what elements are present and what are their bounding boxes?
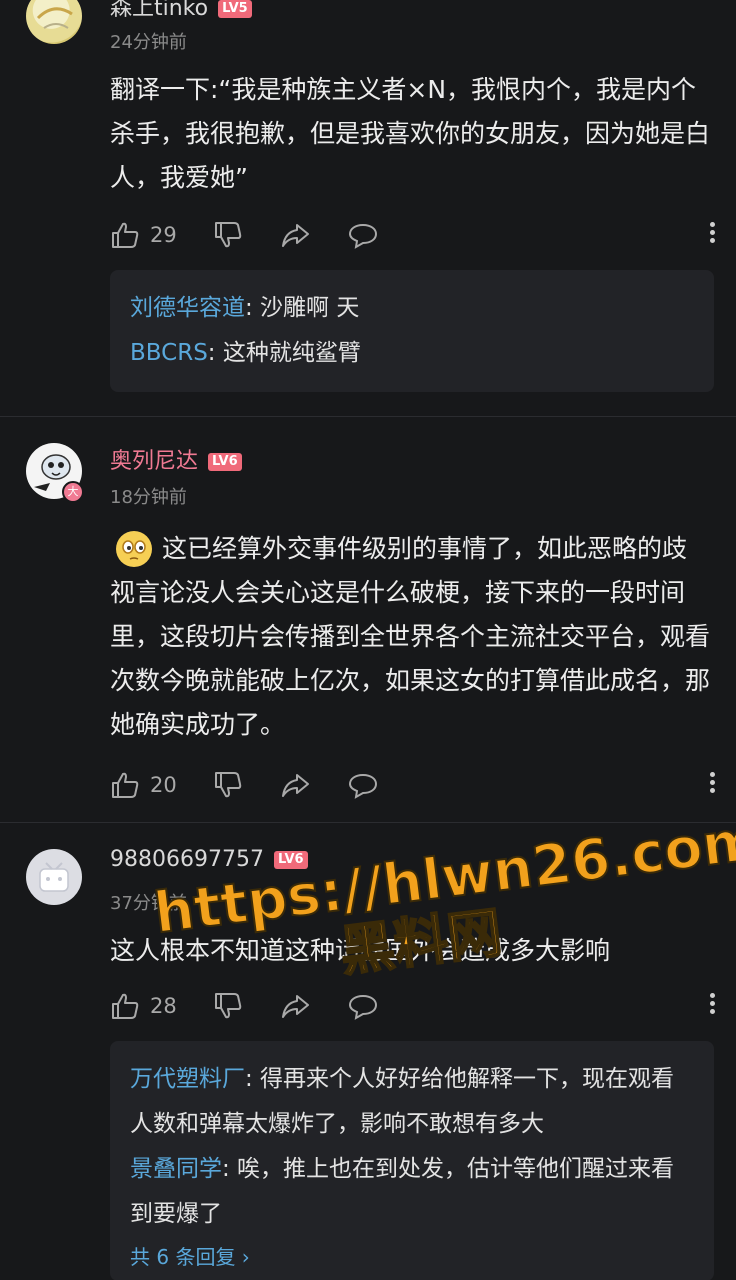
reply-text: : 这种就纯鲨臂: [207, 340, 361, 366]
like-count: 20: [150, 773, 177, 797]
reply-preview[interactable]: 刘德华容道: 沙雕啊 天 BBCRS: 这种就纯鲨臂: [110, 270, 714, 392]
avatar[interactable]: [26, 849, 82, 905]
level-badge: LV5: [218, 0, 252, 18]
timestamp: 24分钟前: [110, 32, 187, 53]
reply-text: : 沙雕啊 天: [245, 295, 360, 321]
level-badge: LV6: [273, 851, 308, 869]
avatar[interactable]: [26, 0, 82, 44]
thumbs-up-icon: [112, 222, 139, 248]
avatar-drawing-icon: [36, 7, 73, 29]
level-badge: LV6: [208, 453, 242, 471]
emoji-icon: [116, 531, 152, 567]
dislike-button[interactable]: [213, 988, 243, 1024]
reply-item[interactable]: 景叠同学: 唉，推上也在到处发，估计等他们醒过来看到要爆了: [130, 1147, 694, 1237]
share-button[interactable]: [280, 217, 310, 253]
thumbs-up-icon: [112, 772, 139, 798]
share-button[interactable]: [280, 767, 310, 803]
like-button[interactable]: 20: [110, 767, 177, 803]
reply-item[interactable]: 万代塑料厂: 得再来个人好好给他解释一下，现在观看人数和弹幕太爆炸了，影响不敢想…: [130, 1057, 694, 1147]
timestamp: 37分钟前: [110, 893, 187, 914]
like-count: 29: [150, 223, 177, 247]
reply-username[interactable]: 刘德华容道: [130, 295, 245, 321]
reply-button[interactable]: [348, 217, 378, 253]
view-all-replies-link[interactable]: 共 6 条回复 ›: [130, 1237, 694, 1277]
more-options-icon[interactable]: [708, 990, 716, 1020]
timestamp: 18分钟前: [110, 487, 187, 508]
dislike-button[interactable]: [213, 217, 243, 253]
share-icon: [282, 774, 309, 797]
username[interactable]: 森上tinko LV5: [110, 0, 252, 22]
reply-item[interactable]: 刘德华容道: 沙雕啊 天: [130, 286, 694, 331]
thumbs-down-icon: [215, 222, 242, 248]
comment-bubble-icon: [348, 773, 378, 799]
share-icon: [282, 995, 309, 1018]
watermark-url: https://hlwn26.com: [151, 808, 736, 947]
comment-actions: 29: [110, 217, 716, 253]
username[interactable]: 98806697757 LV6: [110, 847, 308, 872]
comment-text: 这人根本不知道这种话在国外会造成多大影响: [110, 936, 611, 965]
thumbs-down-icon: [215, 772, 242, 798]
like-button[interactable]: 29: [110, 217, 177, 253]
comment-actions: 20: [110, 767, 716, 803]
tv-icon: [39, 862, 69, 892]
share-button[interactable]: [280, 988, 310, 1024]
reply-username[interactable]: BBCRS: [130, 340, 208, 366]
comment-bubble-icon: [348, 994, 378, 1020]
thumbs-down-icon: [215, 993, 242, 1019]
reply-button[interactable]: [348, 988, 378, 1024]
reply-username[interactable]: 景叠同学: [130, 1156, 222, 1182]
big-member-badge: 大: [62, 481, 84, 503]
dislike-button[interactable]: [213, 767, 243, 803]
divider: [0, 416, 736, 417]
comment-bubble-icon: [348, 223, 378, 249]
share-icon: [282, 224, 309, 247]
reply-item[interactable]: BBCRS: 这种就纯鲨臂: [130, 331, 694, 376]
thumbs-up-icon: [112, 993, 139, 1019]
divider: [0, 822, 736, 823]
comment-text: 这已经算外交事件级别的事情了，如此恶略的歧视言论没人会关心这是什么破梗，接下来的…: [110, 527, 710, 747]
like-button[interactable]: 28: [110, 988, 177, 1024]
reply-username[interactable]: 万代塑料厂: [130, 1066, 245, 1092]
more-options-icon[interactable]: [708, 769, 716, 799]
reply-button[interactable]: [348, 767, 378, 803]
reply-preview[interactable]: 万代塑料厂: 得再来个人好好给他解释一下，现在观看人数和弹幕太爆炸了，影响不敢想…: [110, 1041, 714, 1280]
username[interactable]: 奥列尼达 LV6: [110, 443, 242, 475]
comment-actions: 28: [110, 988, 716, 1024]
more-options-icon[interactable]: [708, 219, 716, 249]
comment-text: 翻译一下:“我是种族主义者×N，我恨内个，我是内个杀手，我很抱歉，但是我喜欢你的…: [110, 75, 711, 192]
like-count: 28: [150, 994, 177, 1018]
